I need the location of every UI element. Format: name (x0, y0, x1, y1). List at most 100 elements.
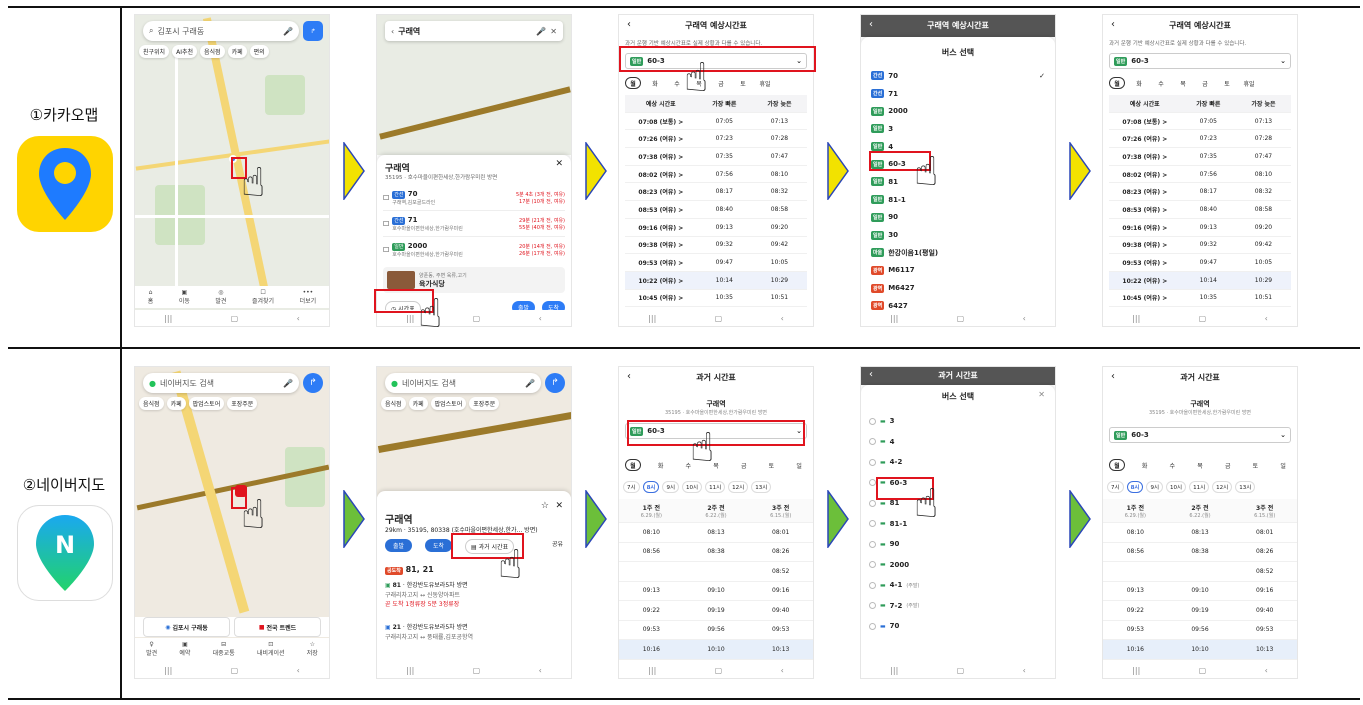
microphone-icon[interactable]: 🎤 (536, 27, 546, 36)
tab-day[interactable]: 일 (791, 459, 807, 471)
bus-option[interactable]: ▬ 90 (869, 534, 1045, 555)
region-button[interactable]: ◉ 김포시 구래동 (143, 617, 230, 637)
list-item[interactable]: ▣ 81 · 한강반도유보라5차 방면 구래리차고지 ↔ 신동양아파트 곧 도착… (385, 581, 563, 610)
tab-saved[interactable]: ☆ 저장 (307, 641, 318, 662)
back-icon[interactable]: ‹ (539, 314, 542, 323)
tab-home[interactable]: ⌂ 홈 (148, 289, 154, 308)
bus-option[interactable]: ▬ 4-1 (주말) (869, 575, 1045, 596)
tab-day[interactable]: 화 (1137, 459, 1153, 471)
bus-option[interactable]: 일반 81 (871, 173, 1045, 191)
table-row[interactable]: 07:38 (여유) > 07:35 07:47 (1109, 148, 1291, 166)
list-item[interactable]: ☐ 일반 2000 호수마을이편한세상,한가람우미린 20분 (14개 전, 여유… (383, 237, 565, 263)
tab-hour[interactable]: 7시 (623, 481, 640, 493)
recent-apps-icon[interactable]: ||| (164, 666, 172, 675)
search-bar[interactable]: ⌕ 김포시 구래동 🎤 (143, 21, 299, 41)
recent-apps-icon[interactable]: ||| (890, 666, 898, 675)
tab-day[interactable]: 휴일 (1241, 77, 1257, 89)
back-icon[interactable]: ‹ (781, 666, 784, 675)
tab-move[interactable]: ▣ 이동 (179, 289, 190, 308)
back-icon[interactable]: ‹ (539, 666, 542, 675)
chip-takeout[interactable]: 포장주문 (227, 397, 258, 410)
back-icon[interactable]: ‹ (1023, 314, 1026, 323)
share-button[interactable]: 공유 (552, 539, 563, 548)
bus-option[interactable]: 일반 3 (871, 120, 1045, 138)
recent-apps-icon[interactable]: ||| (648, 666, 656, 675)
bus-option[interactable]: ▬ 3 (869, 411, 1045, 432)
back-icon[interactable]: ‹ (297, 666, 300, 675)
table-row[interactable]: 09:53 (여유) > 09:47 10:05 (1109, 254, 1291, 272)
tab-day[interactable]: 금 (1220, 459, 1236, 471)
tab-day[interactable]: 토 (1248, 459, 1264, 471)
bus-option[interactable]: 마을 한강이음1(평일) (871, 244, 1045, 262)
tab-more[interactable]: ••• 더보기 (300, 289, 317, 308)
tab-day[interactable]: 목 (1175, 77, 1191, 89)
back-icon[interactable]: ‹ (781, 314, 784, 323)
table-row[interactable]: 08:23 (여유) > 08:17 08:32 (625, 183, 807, 202)
bus-option[interactable]: ▬ 4 (869, 432, 1045, 453)
search-input[interactable]: 네이버지도 검색 (160, 378, 214, 389)
tab-day[interactable]: 월 (1109, 459, 1125, 471)
tab-day[interactable]: 금 (1197, 77, 1213, 89)
bus-option[interactable]: 광역 M6427 (871, 279, 1045, 297)
recent-apps-icon[interactable]: ||| (890, 314, 898, 323)
radio-button[interactable] (869, 417, 876, 425)
search-input[interactable]: 구래역 (398, 26, 420, 37)
table-row[interactable]: 10:45 (여유) > 10:35 10:51 (1109, 290, 1291, 308)
tab-hour[interactable]: 10시 (1166, 481, 1187, 493)
home-icon[interactable]: ▢ (957, 666, 965, 675)
back-icon[interactable]: ‹ (1023, 666, 1026, 675)
microphone-icon[interactable]: 🎤 (525, 379, 535, 388)
tab-day[interactable]: 화 (647, 77, 663, 89)
home-icon[interactable]: ▢ (1199, 666, 1207, 675)
arrive-button[interactable]: 도착 (425, 539, 453, 552)
tab-discover[interactable]: ◎ 발견 (215, 289, 226, 308)
table-row[interactable]: 07:38 (여유) > 07:35 07:47 (625, 148, 807, 166)
bus-option[interactable]: ▬ 81-1 (869, 514, 1045, 535)
tab-day[interactable]: 수 (1164, 459, 1180, 471)
table-row[interactable]: 08:02 (여유) > 07:56 08:10 (1109, 166, 1291, 184)
tab-hour[interactable]: 7시 (1107, 481, 1124, 493)
table-row[interactable]: 07:26 (여유) > 07:23 07:28 (1109, 130, 1291, 149)
tab-day[interactable]: 화 (653, 459, 669, 471)
directions-button[interactable]: ↱ (303, 373, 323, 393)
table-row[interactable]: 09:38 (여유) > 09:32 09:42 (1109, 237, 1291, 255)
microphone-icon[interactable]: 🎤 (283, 379, 293, 388)
bus-option[interactable]: 일반 90 (871, 209, 1045, 227)
table-row[interactable]: 08:02 (여유) > 07:56 08:10 (625, 166, 807, 184)
home-icon[interactable]: ▢ (231, 314, 239, 323)
star-icon[interactable]: ☆ (541, 501, 549, 511)
radio-button[interactable] (869, 499, 876, 507)
table-row[interactable]: 08:23 (여유) > 08:17 08:32 (1109, 183, 1291, 202)
tab-hour[interactable]: 12시 (1212, 481, 1233, 493)
list-item[interactable]: ☐ 간선 70 구래역,김포골드라인 5분 4초 (3개 전, 여유) 17분 (1… (383, 185, 565, 211)
close-icon[interactable]: ✕ (555, 501, 563, 511)
chip-friends[interactable]: 친구위치 (139, 45, 170, 58)
recent-apps-icon[interactable]: ||| (1132, 666, 1140, 675)
search-input[interactable]: 김포시 구래동 (157, 26, 204, 37)
radio-button[interactable] (869, 520, 876, 528)
radio-button[interactable] (869, 458, 876, 466)
chip-convenience[interactable]: 편의 (249, 45, 269, 58)
table-row[interactable]: 07:08 (보통) > 07:05 07:13 (1109, 113, 1291, 131)
table-row[interactable]: 08:53 (여유) > 08:40 08:58 (1109, 201, 1291, 219)
home-icon[interactable]: ▢ (231, 666, 239, 675)
bus-select-dropdown[interactable]: 일반 60-3 ⌄ (1109, 427, 1291, 443)
tab-day[interactable]: 목 (1192, 459, 1208, 471)
tab-hour[interactable]: 13시 (751, 481, 772, 493)
home-icon[interactable]: ▢ (715, 314, 723, 323)
tab-favorites[interactable]: ☐ 즐겨찾기 (252, 289, 274, 308)
bus-option[interactable]: 일반 30 (871, 226, 1045, 244)
table-row[interactable]: 07:08 (보통) > 07:05 07:13 (625, 113, 807, 131)
tab-reservation[interactable]: ▣ 예약 (179, 641, 190, 662)
bus-option[interactable]: ▬ 2000 (869, 555, 1045, 576)
back-icon[interactable]: ‹ (1265, 314, 1268, 323)
tab-day[interactable]: 금 (713, 77, 729, 89)
close-icon[interactable]: ✕ (1038, 390, 1045, 399)
back-icon[interactable]: ‹ (297, 314, 300, 323)
radio-button[interactable] (869, 602, 876, 610)
bookmark-icon[interactable]: ☐ (383, 220, 389, 228)
chip-ai[interactable]: AI추천 (172, 45, 198, 58)
radio-button[interactable] (869, 479, 876, 487)
microphone-icon[interactable]: 🎤 (283, 27, 293, 36)
table-row[interactable]: 08:53 (여유) > 08:40 08:58 (625, 201, 807, 219)
